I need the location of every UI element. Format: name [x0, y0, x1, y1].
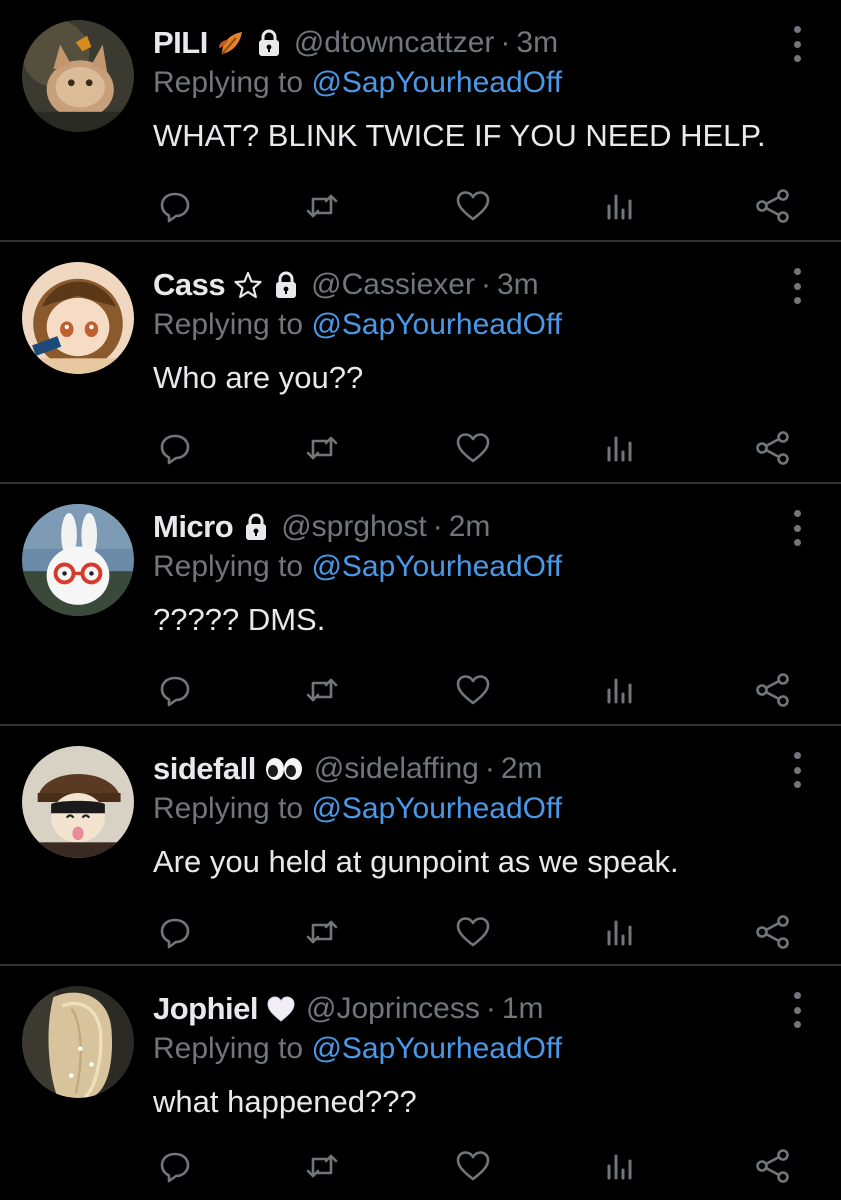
replying-to: Replying to @SapYourheadOff [153, 792, 562, 826]
reply-icon[interactable] [155, 1146, 195, 1186]
display-name[interactable]: PILI [153, 25, 208, 61]
views-icon[interactable] [600, 670, 640, 710]
reply-icon[interactable] [155, 670, 195, 710]
tweet[interactable]: sidefall @sidelaffing · 2m Replying to @… [0, 726, 841, 966]
leaf-emoji-icon [216, 28, 246, 58]
share-icon[interactable] [753, 186, 793, 226]
replying-to-label: Replying to [153, 1032, 312, 1065]
timestamp[interactable]: 3m [516, 26, 558, 60]
avatar[interactable] [22, 986, 134, 1098]
share-icon[interactable] [753, 670, 793, 710]
tweet[interactable]: Cass @Cassiexer · 3m Replying to @SapYou… [0, 242, 841, 484]
reply-icon[interactable] [155, 186, 195, 226]
handle[interactable]: @Joprincess [306, 992, 480, 1026]
lock-icon [254, 28, 284, 58]
avatar[interactable] [22, 20, 134, 132]
mention-link[interactable]: @SapYourheadOff [311, 550, 562, 583]
tweet[interactable]: Jophiel @Joprincess · 1m Replying to @Sa… [0, 966, 841, 1200]
lock-icon [241, 512, 271, 542]
handle[interactable]: @dtowncattzer [294, 26, 495, 60]
like-icon[interactable] [453, 428, 493, 468]
avatar[interactable] [22, 504, 134, 616]
retweet-icon[interactable] [302, 428, 342, 468]
avatar[interactable] [22, 746, 134, 858]
display-name[interactable]: Cass [153, 267, 226, 303]
timestamp[interactable]: 1m [502, 992, 544, 1026]
tweet-text: Who are you?? [153, 360, 364, 395]
views-icon[interactable] [600, 428, 640, 468]
replying-to: Replying to @SapYourheadOff [153, 308, 562, 342]
replying-to: Replying to @SapYourheadOff [153, 550, 562, 584]
more-options-icon[interactable] [784, 752, 810, 788]
like-icon[interactable] [453, 670, 493, 710]
replying-to-label: Replying to [153, 308, 312, 341]
more-options-icon[interactable] [784, 26, 810, 62]
tweet-text: what happened??? [153, 1084, 417, 1119]
replying-to: Replying to @SapYourheadOff [153, 1032, 562, 1066]
mention-link[interactable]: @SapYourheadOff [311, 308, 562, 341]
avatar[interactable] [22, 262, 134, 374]
retweet-icon[interactable] [302, 912, 342, 952]
handle[interactable]: @Cassiexer [311, 268, 475, 302]
action-bar [0, 912, 841, 952]
separator-dot: · [480, 268, 491, 301]
display-name[interactable]: sidefall [153, 751, 256, 787]
separator-dot: · [484, 752, 495, 785]
handle[interactable]: @sprghost [281, 510, 427, 544]
timestamp[interactable]: 3m [497, 268, 539, 302]
tweet-text: ????? DMS. [153, 602, 326, 637]
white-heart-emoji-icon [266, 994, 296, 1024]
tweet[interactable]: PILI @dtowncattzer · 3m Replying to @Sap… [0, 0, 841, 242]
separator-dot: · [432, 510, 443, 543]
timestamp[interactable]: 2m [501, 752, 543, 786]
display-name[interactable]: Jophiel [153, 991, 259, 1027]
mention-link[interactable]: @SapYourheadOff [311, 1032, 562, 1065]
action-bar [0, 186, 841, 226]
replying-to: Replying to @SapYourheadOff [153, 66, 562, 100]
lock-icon [271, 270, 301, 300]
share-icon[interactable] [753, 428, 793, 468]
handle[interactable]: @sidelaffing [314, 752, 479, 786]
retweet-icon[interactable] [302, 186, 342, 226]
views-icon[interactable] [600, 1146, 640, 1186]
mention-link[interactable]: @SapYourheadOff [311, 66, 562, 99]
views-icon[interactable] [600, 912, 640, 952]
more-options-icon[interactable] [784, 268, 810, 304]
like-icon[interactable] [453, 186, 493, 226]
retweet-icon[interactable] [302, 1146, 342, 1186]
tweet-text: Are you held at gunpoint as we speak. [153, 844, 679, 879]
star-outline-icon [233, 270, 263, 300]
replying-to-label: Replying to [153, 550, 312, 583]
more-options-icon[interactable] [784, 992, 810, 1028]
share-icon[interactable] [753, 912, 793, 952]
tweet-text: WHAT? BLINK TWICE IF YOU NEED HELP. [153, 118, 766, 153]
retweet-icon[interactable] [302, 670, 342, 710]
action-bar [0, 670, 841, 710]
timestamp[interactable]: 2m [449, 510, 491, 544]
replying-to-label: Replying to [153, 792, 312, 825]
action-bar [0, 1146, 841, 1186]
share-icon[interactable] [753, 1146, 793, 1186]
separator-dot: · [500, 26, 511, 59]
tweet[interactable]: Micro @sprghost · 2m Replying to @SapYou… [0, 484, 841, 726]
eyes-emoji-icon [264, 754, 304, 784]
more-options-icon[interactable] [784, 510, 810, 546]
like-icon[interactable] [453, 912, 493, 952]
mention-link[interactable]: @SapYourheadOff [311, 792, 562, 825]
views-icon[interactable] [600, 186, 640, 226]
like-icon[interactable] [453, 1146, 493, 1186]
replying-to-label: Replying to [153, 66, 312, 99]
reply-icon[interactable] [155, 428, 195, 468]
display-name[interactable]: Micro [153, 509, 234, 545]
action-bar [0, 428, 841, 468]
separator-dot: · [485, 992, 496, 1025]
reply-icon[interactable] [155, 912, 195, 952]
